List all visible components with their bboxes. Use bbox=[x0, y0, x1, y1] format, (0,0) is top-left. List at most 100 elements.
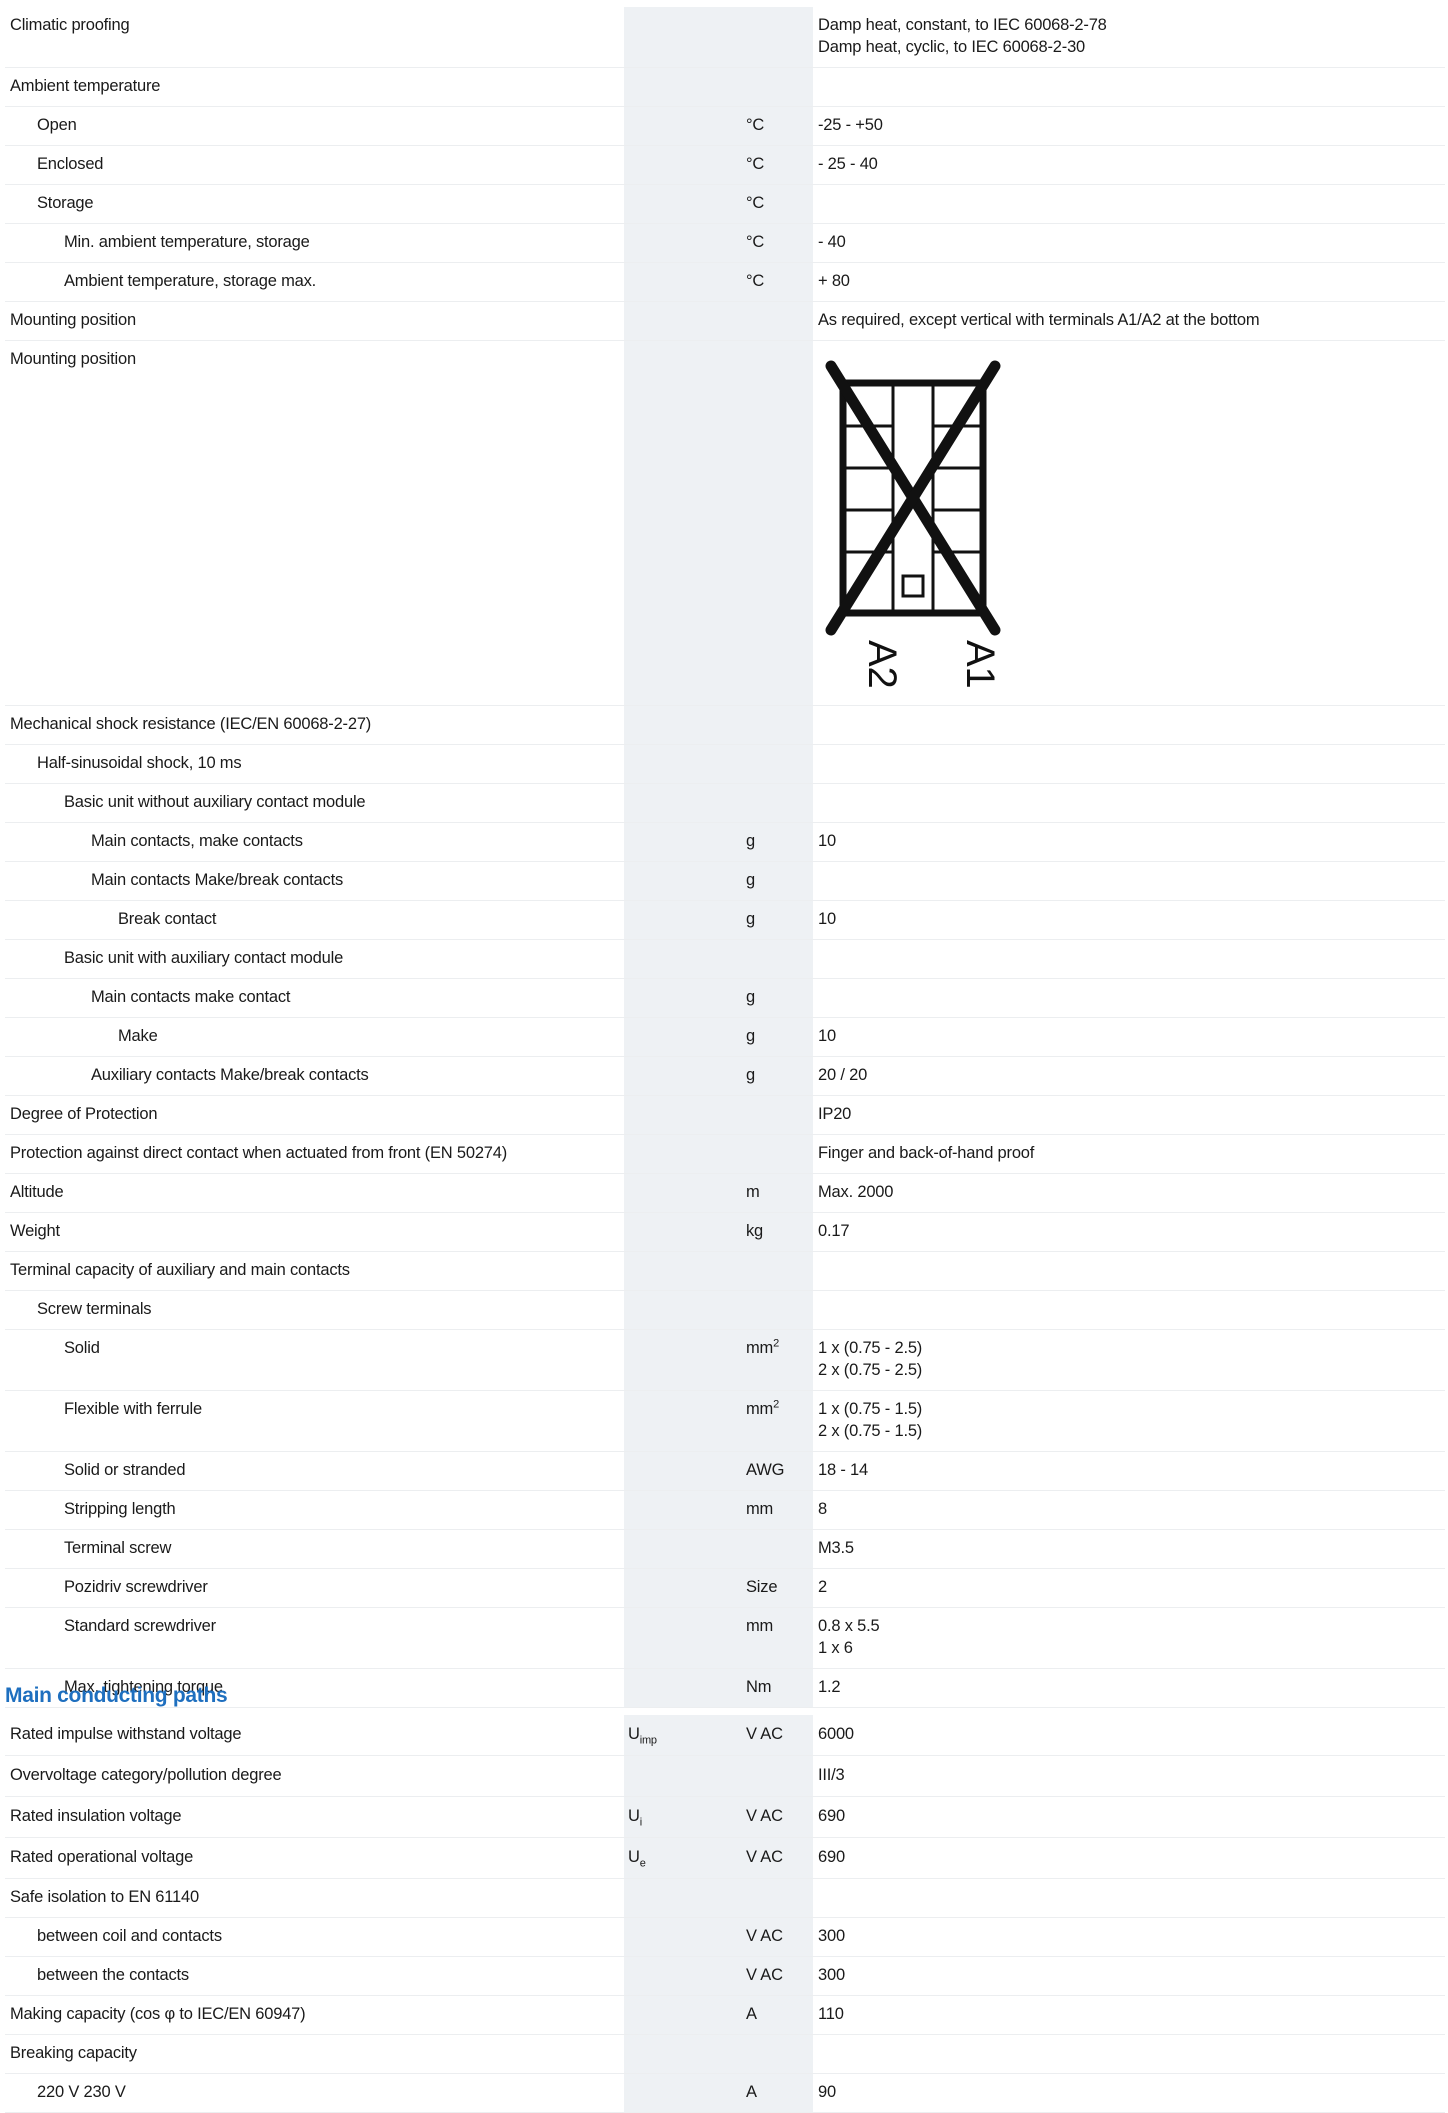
spec-value-cell: 8 bbox=[813, 1490, 1445, 1530]
spec-symbol bbox=[628, 1213, 741, 1220]
spec-symbol bbox=[628, 1491, 741, 1498]
spec-label: Standard screwdriver bbox=[64, 1608, 624, 1637]
spec-value bbox=[818, 862, 1445, 869]
spec-value-text: 20 / 20 bbox=[818, 1066, 868, 1084]
spec-label-cell: Climatic proofing bbox=[5, 7, 624, 68]
spec-label: between coil and contacts bbox=[37, 1918, 624, 1947]
spec-label-cell: Ambient temperature bbox=[5, 67, 624, 107]
spec-label: Solid bbox=[64, 1330, 624, 1359]
spec-unit-cell: Size bbox=[741, 1568, 813, 1608]
spec-value bbox=[818, 940, 1445, 947]
spec-unit-cell: kg bbox=[741, 1212, 813, 1252]
spec-label-text: Half-sinusoidal shock, 10 ms bbox=[37, 754, 242, 772]
spec-unit bbox=[746, 940, 813, 947]
spec-symbol-cell bbox=[624, 1056, 741, 1096]
spec-label-text: 220 V 230 V bbox=[37, 2083, 126, 2101]
spec-symbol bbox=[628, 1291, 741, 1298]
spec-value-text: 110 bbox=[818, 2005, 844, 2023]
spec-value-text: -25 - +50 bbox=[818, 116, 883, 134]
spec-label-cell: Ambient temperature, storage max. bbox=[5, 262, 624, 302]
spec-value-text: Damp heat, constant, to IEC 60068-2-78 D… bbox=[818, 16, 1107, 56]
spec-label: Ambient temperature bbox=[10, 68, 624, 97]
spec-row: between the contacts V AC 300 bbox=[5, 1956, 1445, 1996]
spec-label: Breaking capacity bbox=[10, 2035, 624, 2064]
spec-label-text: Ambient temperature bbox=[10, 77, 161, 95]
spec-table-main-conducting-paths: Rated impulse withstand voltage Uimp V AC 6… bbox=[5, 1715, 1445, 2113]
spec-value-text: As required, except vertical with termin… bbox=[818, 311, 1260, 329]
spec-label-text: Mounting position bbox=[10, 350, 136, 368]
spec-value: III/3 bbox=[818, 1756, 1445, 1786]
spec-row: Terminal capacity of auxiliary and main … bbox=[5, 1251, 1445, 1291]
spec-symbol bbox=[628, 1330, 741, 1337]
spec-unit-text: Nm bbox=[746, 1678, 772, 1696]
spec-label-cell: Rated insulation voltage bbox=[5, 1796, 624, 1838]
spec-label-cell: Auxiliary contacts Make/break contacts bbox=[5, 1056, 624, 1096]
spec-label-cell: Altitude bbox=[5, 1173, 624, 1213]
spec-row: between coil and contacts V AC 300 bbox=[5, 1917, 1445, 1957]
spec-symbol bbox=[628, 1452, 741, 1459]
spec-value-cell: 690 bbox=[813, 1796, 1445, 1838]
spec-unit-text: V AC bbox=[746, 1807, 783, 1825]
spec-symbol-cell bbox=[624, 900, 741, 940]
spec-value: 90 bbox=[818, 2074, 1445, 2103]
spec-symbol-cell bbox=[624, 262, 741, 302]
spec-label-cell: Basic unit without auxiliary contact mod… bbox=[5, 783, 624, 823]
spec-label-text: between coil and contacts bbox=[37, 1927, 222, 1945]
spec-value: M3.5 bbox=[818, 1530, 1445, 1559]
spec-value-text: 0.8 x 5.5 1 x 6 bbox=[818, 1617, 880, 1657]
spec-unit-cell: g bbox=[741, 1017, 813, 1057]
spec-label-text: Rated insulation voltage bbox=[10, 1807, 182, 1825]
spec-symbol-cell bbox=[624, 340, 741, 706]
spec-row: 220 V 230 V A 90 bbox=[5, 2073, 1445, 2113]
spec-unit-text: °C bbox=[746, 155, 765, 173]
spec-row: Safe isolation to EN 61140 bbox=[5, 1878, 1445, 1918]
spec-unit-text: g bbox=[746, 1027, 755, 1045]
spec-unit: g bbox=[746, 1018, 813, 1047]
spec-row: Climatic proofing Damp heat, constant, to… bbox=[5, 7, 1445, 68]
spec-label-text: Solid bbox=[64, 1339, 100, 1357]
spec-label-cell: between the contacts bbox=[5, 1956, 624, 1996]
spec-unit-cell bbox=[741, 2034, 813, 2074]
spec-unit-text: m bbox=[746, 1183, 760, 1201]
spec-row: Main contacts Make/break contacts g bbox=[5, 861, 1445, 901]
spec-label-text: Make bbox=[118, 1027, 158, 1045]
spec-value bbox=[818, 1252, 1445, 1259]
spec-unit-cell: g bbox=[741, 1056, 813, 1096]
spec-symbol-cell bbox=[624, 1212, 741, 1252]
spec-unit-text: V AC bbox=[746, 1848, 783, 1866]
spec-symbol-cell bbox=[624, 1173, 741, 1213]
spec-unit-cell: V AC bbox=[741, 1956, 813, 1996]
spec-label: Climatic proofing bbox=[10, 7, 624, 36]
spec-label-cell: Main contacts make contact bbox=[5, 978, 624, 1018]
spec-unit-text: mm bbox=[746, 1500, 774, 1518]
spec-unit-cell bbox=[741, 1290, 813, 1330]
spec-row: Making capacity (cos φ to IEC/EN 60947) A… bbox=[5, 1995, 1445, 2035]
spec-label-cell: between coil and contacts bbox=[5, 1917, 624, 1957]
spec-symbol-cell bbox=[624, 1995, 741, 2035]
spec-unit-cell bbox=[741, 1529, 813, 1569]
spec-unit-cell: g bbox=[741, 978, 813, 1018]
spec-value-text: M3.5 bbox=[818, 1539, 854, 1557]
spec-value-cell: 10 bbox=[813, 822, 1445, 862]
spec-label: Mounting position bbox=[10, 341, 624, 370]
spec-row: Mounting position As required, except ver… bbox=[5, 301, 1445, 341]
spec-row: Main contacts make contact g bbox=[5, 978, 1445, 1018]
spec-row: Make g 10 bbox=[5, 1017, 1445, 1057]
spec-unit-cell: V AC bbox=[741, 1837, 813, 1879]
spec-row: Screw terminals bbox=[5, 1290, 1445, 1330]
spec-symbol-cell: Ue bbox=[624, 1837, 741, 1879]
spec-unit-cell: A bbox=[741, 1995, 813, 2035]
spec-unit-cell bbox=[741, 939, 813, 979]
spec-unit-cell: g bbox=[741, 822, 813, 862]
spec-unit: A bbox=[746, 1996, 813, 2025]
spec-value bbox=[818, 341, 1445, 348]
spec-label-cell: Standard screwdriver bbox=[5, 1607, 624, 1669]
spec-unit: V AC bbox=[746, 1918, 813, 1947]
spec-label: Screw terminals bbox=[37, 1291, 624, 1320]
spec-row: Mounting position A2 A1 bbox=[5, 340, 1445, 706]
spec-symbol bbox=[628, 1391, 741, 1398]
spec-unit-text: mm bbox=[746, 1617, 774, 1635]
spec-value-text: Finger and back-of-hand proof bbox=[818, 1144, 1035, 1162]
spec-label-cell: Terminal capacity of auxiliary and main … bbox=[5, 1251, 624, 1291]
spec-unit-text: mm bbox=[746, 1400, 774, 1418]
